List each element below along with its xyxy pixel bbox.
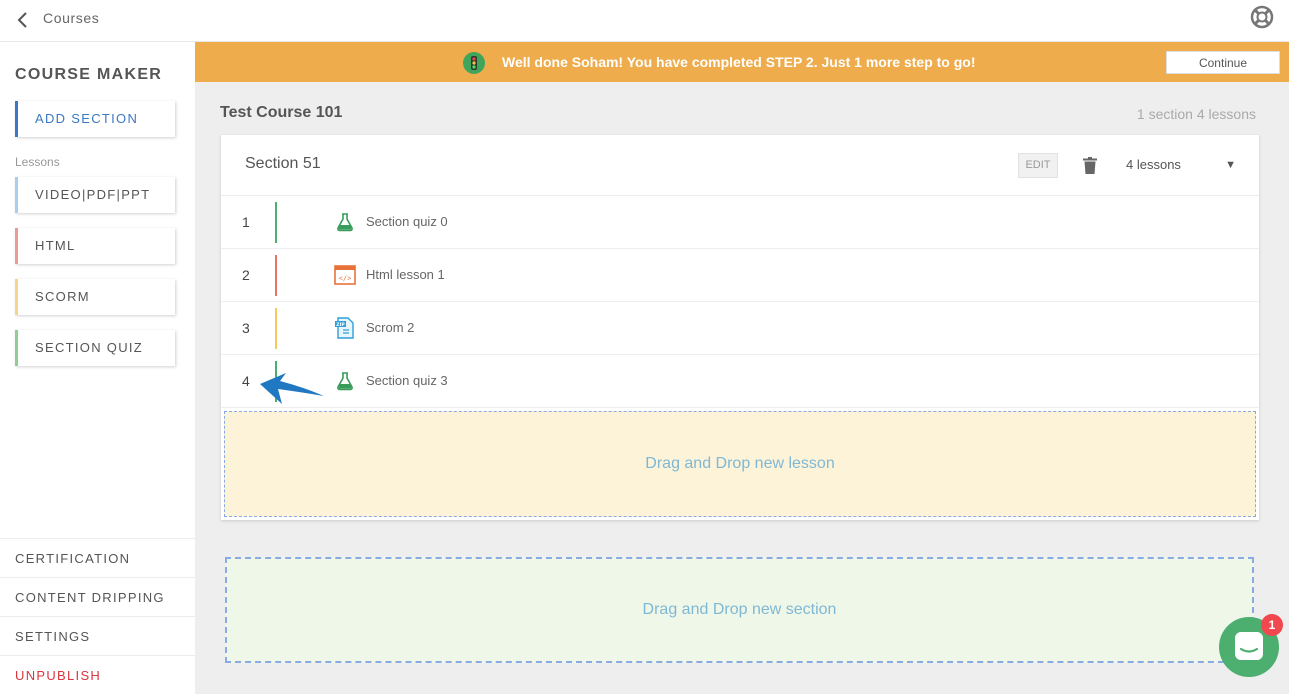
section-header: Section 51 EDIT 4 lessons ▼	[221, 135, 1259, 196]
sidebar-item-content-dripping[interactable]: CONTENT DRIPPING	[0, 577, 195, 616]
course-summary: 1 section 4 lessons	[1136, 106, 1256, 122]
progress-banner: Well done Soham! You have completed STEP…	[195, 42, 1289, 82]
lesson-number: 3	[242, 320, 250, 336]
lesson-number: 2	[242, 267, 250, 283]
drop-zone-lesson[interactable]: Drag and Drop new lesson	[224, 411, 1256, 517]
lesson-type-bar	[275, 255, 277, 296]
breadcrumb-courses[interactable]: Courses	[43, 10, 99, 26]
chevron-left-icon[interactable]	[13, 10, 33, 30]
lesson-title: Html lesson 1	[366, 267, 445, 282]
caret-down-icon: ▼	[1225, 159, 1236, 171]
svg-text:</>: </>	[339, 275, 352, 283]
add-html-button[interactable]: HTML	[15, 228, 175, 264]
lesson-row[interactable]: 1 Section quiz 0	[221, 196, 1259, 249]
lessons-dropdown-label: 4 lessons	[1126, 157, 1181, 172]
lesson-row[interactable]: 2 </> Html lesson 1	[221, 249, 1259, 302]
zip-file-icon: ZIP	[335, 317, 354, 339]
edit-section-button[interactable]: EDIT	[1018, 153, 1058, 178]
top-bar: Courses	[0, 0, 1289, 42]
lesson-row[interactable]: 3 ZIP Scrom 2	[221, 302, 1259, 355]
lesson-type-bar	[275, 202, 277, 243]
banner-message: Well done Soham! You have completed STEP…	[502, 54, 976, 70]
section-title: Section 51	[245, 155, 321, 172]
lesson-title: Scrom 2	[366, 320, 415, 335]
sidebar-heading: COURSE MAKER	[15, 66, 163, 83]
sidebar-item-certification[interactable]: CERTIFICATION	[0, 538, 195, 577]
traffic-light-icon	[463, 52, 485, 74]
lesson-number: 1	[242, 214, 250, 230]
lesson-row[interactable]: 4 Section quiz 3	[221, 355, 1259, 408]
sidebar-item-unpublish[interactable]: UNPUBLISH	[0, 655, 195, 694]
html-code-icon: </>	[334, 265, 356, 285]
lessons-label: Lessons	[15, 155, 60, 169]
lessons-dropdown[interactable]: 4 lessons ▼	[1126, 157, 1236, 177]
lesson-number: 4	[242, 373, 250, 389]
lesson-title: Section quiz 3	[366, 373, 448, 388]
section-card: Section 51 EDIT 4 lessons ▼ 1 Section qu…	[221, 135, 1259, 520]
drop-zone-section[interactable]: Drag and Drop new section	[225, 557, 1254, 663]
lifebuoy-icon[interactable]	[1250, 5, 1274, 29]
add-section-button[interactable]: ADD SECTION	[15, 101, 175, 137]
trash-icon[interactable]	[1083, 157, 1097, 174]
lesson-type-bar	[275, 308, 277, 349]
svg-text:ZIP: ZIP	[336, 322, 345, 328]
continue-button[interactable]: Continue	[1166, 51, 1280, 74]
add-video-pdf-ppt-button[interactable]: VIDEO|PDF|PPT	[15, 177, 175, 213]
sidebar: COURSE MAKER ADD SECTION Lessons VIDEO|P…	[0, 42, 195, 694]
add-section-quiz-button[interactable]: SECTION QUIZ	[15, 330, 175, 366]
add-scorm-button[interactable]: SCORM	[15, 279, 175, 315]
chat-notification-badge: 1	[1261, 614, 1283, 636]
arrow-pointer-icon	[260, 373, 324, 404]
sidebar-item-settings[interactable]: SETTINGS	[0, 616, 195, 655]
flask-icon	[337, 372, 353, 391]
lesson-title: Section quiz 0	[366, 214, 448, 229]
course-title: Test Course 101	[220, 104, 343, 121]
flask-icon	[337, 213, 353, 232]
